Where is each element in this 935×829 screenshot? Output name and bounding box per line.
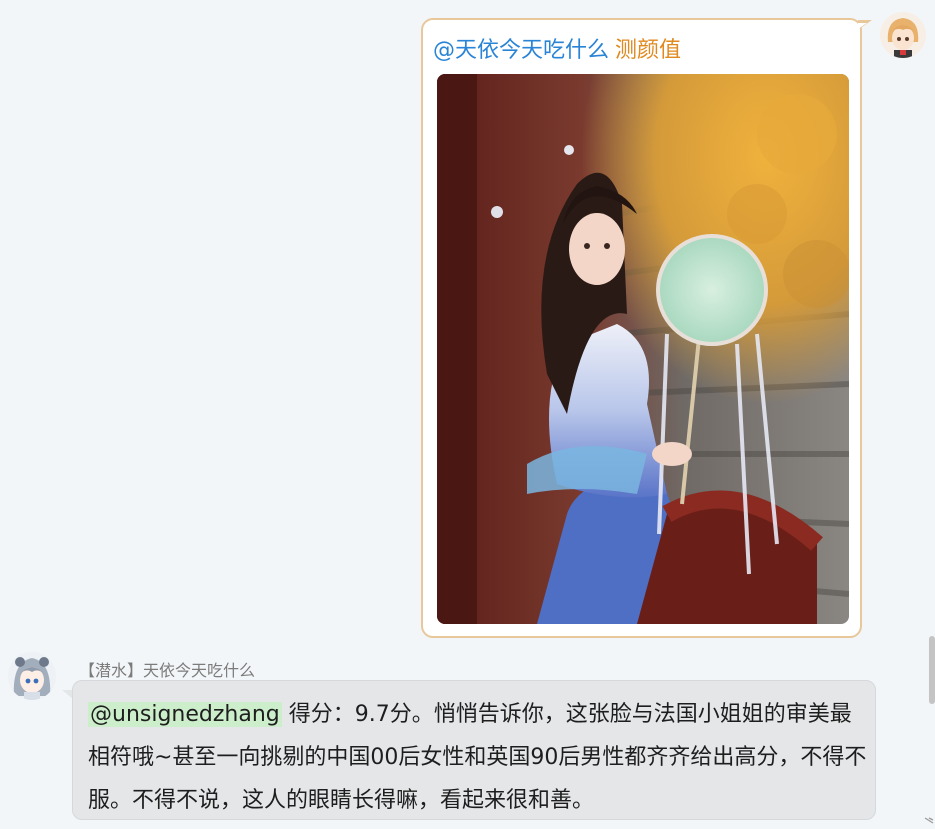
- mention-link[interactable]: @天依今天吃什么: [433, 38, 609, 63]
- user-avatar-icon[interactable]: [880, 12, 926, 58]
- received-message-text: @unsignedzhang 得分：9.7分。悄悄告诉你，这张脸与法国小姐姐的审…: [88, 693, 868, 822]
- scrollbar-thumb[interactable]: [929, 636, 935, 704]
- command-text: 测颜值: [615, 38, 682, 63]
- sent-message-text: @天依今天吃什么 测颜值: [433, 36, 681, 66]
- sender-name: 【潜水】天依今天吃什么: [79, 661, 256, 680]
- received-message-bubble[interactable]: @unsignedzhang 得分：9.7分。悄悄告诉你，这张脸与法国小姐姐的审…: [72, 680, 876, 820]
- mention-tag[interactable]: @unsignedzhang: [88, 702, 282, 727]
- resize-grip-icon[interactable]: [922, 806, 935, 825]
- attached-photo[interactable]: [437, 74, 849, 624]
- sent-message-bubble[interactable]: @天依今天吃什么 测颜值: [421, 18, 862, 638]
- bot-avatar-icon[interactable]: [8, 652, 56, 700]
- sent-bubble-tail-inner: [858, 23, 867, 29]
